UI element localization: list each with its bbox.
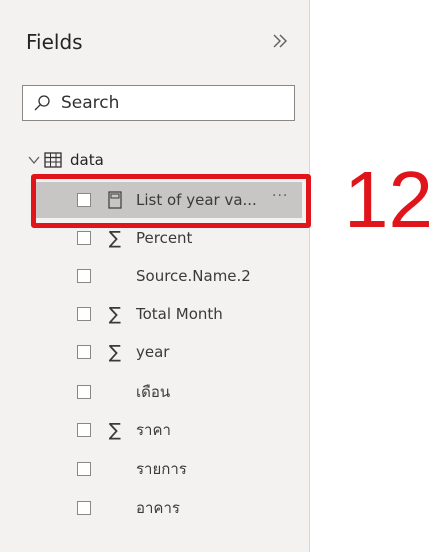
- field-row-item-th[interactable]: รายการ: [34, 451, 302, 487]
- sigma-icon: ∑: [108, 341, 122, 363]
- field-checkbox[interactable]: [77, 501, 91, 515]
- field-name: เดือน: [136, 383, 171, 401]
- step-number-annotation: 12: [344, 155, 433, 244]
- field-checkbox[interactable]: [77, 231, 91, 245]
- field-name: Total Month: [136, 305, 223, 323]
- field-checkbox[interactable]: [77, 269, 91, 283]
- field-name: Percent: [136, 229, 193, 247]
- field-row-year[interactable]: ∑ year: [34, 334, 302, 370]
- field-name: year: [136, 343, 170, 361]
- table-node-data[interactable]: data: [26, 148, 104, 172]
- field-name: อาคาร: [136, 499, 180, 517]
- field-checkbox[interactable]: [77, 307, 91, 321]
- search-icon: [33, 93, 53, 113]
- field-row-total-month[interactable]: ∑ Total Month: [34, 296, 302, 332]
- field-row-price-th[interactable]: ∑ ราคา: [34, 412, 302, 448]
- search-input[interactable]: [59, 92, 283, 114]
- field-checkbox[interactable]: [77, 423, 91, 437]
- table-icon: [44, 152, 62, 168]
- field-name: Source.Name.2: [136, 267, 251, 285]
- field-name: ราคา: [136, 421, 171, 439]
- sigma-icon: ∑: [108, 227, 122, 249]
- fields-pane: Fields Search data List of year va... ··…: [0, 0, 310, 552]
- field-checkbox[interactable]: [77, 462, 91, 476]
- sigma-icon: ∑: [108, 419, 122, 441]
- collapse-pane-button[interactable]: [266, 27, 294, 55]
- sigma-icon: ∑: [108, 303, 122, 325]
- pane-title: Fields: [26, 30, 83, 54]
- field-row-month-th[interactable]: เดือน: [34, 374, 302, 410]
- search-box[interactable]: [22, 85, 295, 121]
- double-chevron-right-icon: [273, 34, 287, 48]
- field-checkbox[interactable]: [77, 385, 91, 399]
- chevron-down-icon[interactable]: [26, 152, 42, 168]
- field-name: รายการ: [136, 460, 187, 478]
- highlight-box: [31, 174, 311, 228]
- field-row-source-name-2[interactable]: Source.Name.2: [34, 258, 302, 294]
- field-row-building-th[interactable]: อาคาร: [34, 490, 302, 526]
- table-name: data: [70, 151, 104, 169]
- field-checkbox[interactable]: [77, 345, 91, 359]
